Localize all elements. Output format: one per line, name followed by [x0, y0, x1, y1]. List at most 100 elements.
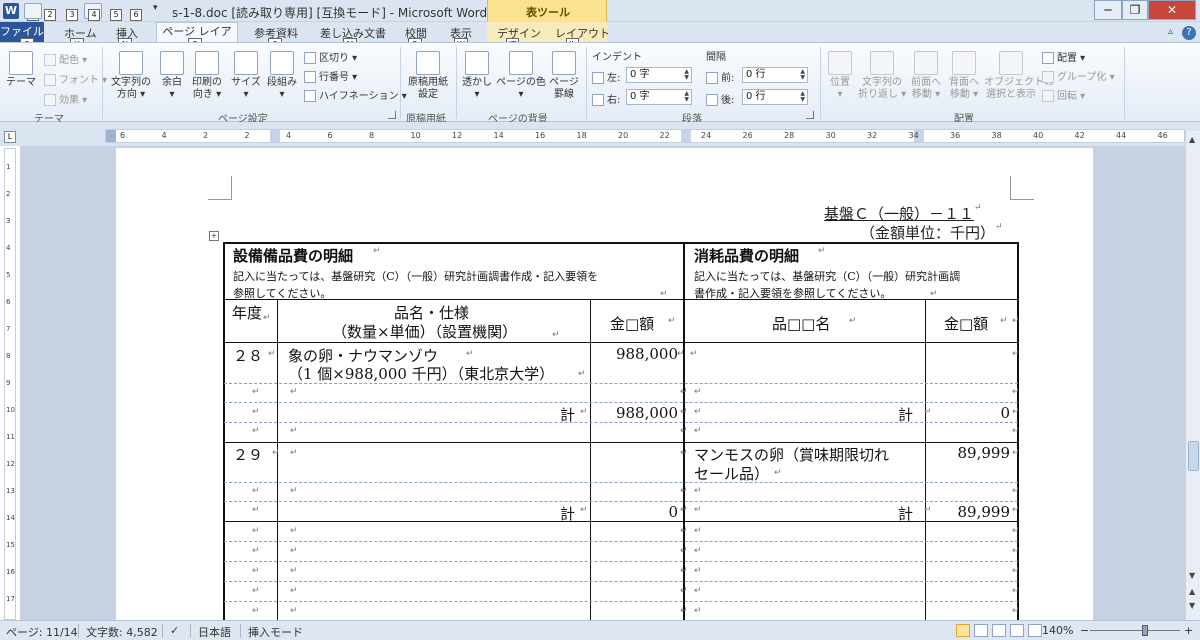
spacing-before-icon — [706, 72, 718, 84]
prev-page-icon[interactable]: ▲ — [1189, 587, 1195, 596]
item-28-spec: （1 個×988,000 千円）（東北京大学） — [288, 365, 555, 383]
selection-pane-button[interactable]: オブジェクトの 選択と表示 — [984, 51, 1054, 101]
spacing-after-input[interactable]: 0 行 ▲ ▼ — [742, 89, 808, 105]
tab-selector-button[interactable]: L — [4, 131, 16, 143]
spinner-icon[interactable]: ▲ ▼ — [684, 91, 689, 103]
status-separator — [78, 624, 79, 638]
theme-colors-button[interactable]: 配色 ▾ — [44, 51, 87, 66]
spinner-icon[interactable]: ▲ ▼ — [800, 91, 805, 103]
text-direction-button[interactable]: 文字列の 方向 ▾ — [108, 51, 154, 101]
full-screen-reading-view-icon[interactable] — [974, 624, 988, 637]
watermark-button[interactable]: 透かし ▾ — [460, 51, 494, 101]
line-numbers-button[interactable]: 行番号 ▾ — [304, 68, 357, 83]
vertical-scrollbar[interactable]: ▲ ▼ ▲ ▼ — [1185, 131, 1200, 620]
hyphenation-button[interactable]: ハイフネーション ▾ — [304, 87, 407, 102]
bring-forward-button[interactable]: 前面へ 移動 ▾ — [908, 51, 944, 101]
minimize-button[interactable]: ─ — [1094, 0, 1122, 20]
page-setup-launcher-icon[interactable] — [388, 111, 396, 119]
spacing-before-input[interactable]: 0 行 ▲ ▼ — [742, 67, 808, 83]
rotate-button[interactable]: 回転 ▾ — [1042, 87, 1085, 102]
ruler-column-marker[interactable] — [681, 130, 691, 142]
tab-layout[interactable]: レイアウト — [555, 25, 610, 41]
help-icon[interactable]: ? — [1182, 26, 1196, 40]
print-layout-view-icon[interactable] — [956, 624, 970, 637]
page-color-button[interactable]: ページの色 ▾ — [496, 51, 546, 101]
margins-icon — [160, 51, 184, 75]
size-button[interactable]: サイズ ▾ — [230, 51, 262, 101]
group-separator — [1124, 47, 1125, 119]
zoom-level[interactable]: 140% — [1042, 624, 1073, 637]
word-app-icon[interactable]: W — [3, 3, 19, 19]
col-item-header-2: （数量×単価）（設置機関） — [332, 323, 518, 341]
columns-button[interactable]: 段組み ▾ — [264, 51, 300, 101]
wrap-text-button[interactable]: 文字列の 折り返し ▾ — [858, 51, 906, 101]
next-page-icon[interactable]: ▼ — [1189, 601, 1195, 610]
insert-mode-indicator[interactable]: 挿入モード — [248, 624, 303, 640]
margins-button[interactable]: 余白 ▾ — [158, 51, 186, 101]
scroll-up-icon[interactable]: ▲ — [1189, 135, 1195, 144]
group-button[interactable]: グループ化 ▾ — [1042, 68, 1115, 83]
ruler-indent-marker[interactable] — [270, 130, 280, 142]
paragraph-mark: ↵ — [694, 407, 702, 417]
collapse-ribbon-icon[interactable]: ▵ — [1168, 26, 1173, 37]
align-button[interactable]: 配置 ▾ — [1042, 49, 1085, 64]
scrollbar-thumb[interactable] — [1188, 441, 1199, 471]
zoom-out-icon[interactable]: − — [1080, 624, 1089, 637]
zoom-slider-thumb[interactable] — [1142, 625, 1148, 636]
table-divider — [925, 299, 926, 620]
amount-unit: （金額単位：千円） ↵ — [860, 222, 1003, 243]
page-count[interactable]: ページ: 11/14 — [6, 624, 78, 640]
ruler-tick-label: 42 — [1074, 131, 1085, 140]
paragraph-launcher-icon[interactable] — [806, 111, 814, 119]
vertical-ruler[interactable]: 1 2 3 4 5 6 7 8 9 10 11 12 13 14 15 16 17 — [4, 148, 16, 620]
ruler-tick-label: 18 — [576, 131, 587, 140]
horizontal-ruler[interactable]: 6 4 2 2 4 6 8 10 12 14 16 18 20 22 24 26 28 30 32 34 36 38 40 4… — [105, 129, 1185, 143]
themes-button[interactable]: テーマ — [6, 51, 36, 89]
save-icon[interactable] — [24, 3, 42, 19]
manuscript-settings-button[interactable]: 原稿用紙 設定 — [404, 51, 452, 101]
paragraph-mark: ↵ — [290, 526, 298, 536]
table-move-handle[interactable]: + — [209, 231, 219, 241]
size-label: サイズ — [231, 77, 261, 88]
indent-left-input[interactable]: 0 字 ▲ ▼ — [626, 67, 692, 83]
web-layout-view-icon[interactable] — [992, 624, 1006, 637]
paragraph-mark: ↵ — [680, 407, 688, 417]
customize-qat-icon[interactable]: ▾ — [153, 3, 158, 13]
spinner-icon[interactable]: ▲ ▼ — [684, 69, 689, 81]
breaks-button[interactable]: 区切り ▾ — [304, 49, 357, 64]
orientation-button[interactable]: 印刷の 向き ▾ — [190, 51, 224, 101]
restore-button[interactable]: ❐ — [1122, 0, 1148, 20]
vruler-tick-label: 7 — [6, 325, 11, 333]
indent-right-input[interactable]: 0 字 ▲ ▼ — [626, 89, 692, 105]
send-backward-button[interactable]: 背面へ 移動 ▾ — [946, 51, 982, 101]
consumables-note-2: 書作成・記入要領を参照してください。 — [694, 287, 892, 300]
wrap-text-label: 文字列の — [862, 77, 902, 88]
theme-colors-icon — [44, 54, 56, 66]
language-indicator[interactable]: 日本語 — [198, 624, 231, 640]
paragraph-mark: ↵ — [252, 606, 260, 616]
outline-view-icon[interactable] — [1010, 624, 1024, 637]
page-borders-button[interactable]: ページ 罫線 — [548, 51, 580, 101]
page-borders-icon — [552, 51, 576, 75]
word-count[interactable]: 文字数: 4,582 — [86, 624, 158, 640]
zoom-in-icon[interactable]: + — [1184, 624, 1193, 637]
indent-left-text: 左: — [607, 73, 621, 84]
manuscript-label: 原稿用紙 — [408, 77, 448, 88]
scroll-down-icon[interactable]: ▼ — [1189, 571, 1195, 580]
paragraph-mark: ↵ — [252, 426, 260, 436]
hyphenation-label: ハイフネーション ▾ — [319, 91, 407, 102]
close-button[interactable]: ✕ — [1148, 0, 1196, 20]
theme-effects-button[interactable]: 効果 ▾ — [44, 91, 87, 106]
paragraph-mark: ↵ — [680, 566, 688, 576]
zoom-slider[interactable] — [1090, 630, 1180, 631]
draft-view-icon[interactable] — [1028, 624, 1042, 637]
theme-fonts-button[interactable]: フォント ▾ — [44, 71, 107, 86]
vruler-tick-label: 16 — [6, 568, 15, 576]
line-numbers-icon — [304, 71, 316, 83]
position-button[interactable]: 位置 ▾ — [826, 51, 854, 101]
send-backward-label-2: 移動 ▾ — [949, 89, 979, 100]
proofing-icon[interactable]: ✓ — [170, 624, 179, 637]
ruler-tick-label: 36 — [950, 131, 961, 140]
spinner-icon[interactable]: ▲ ▼ — [800, 69, 805, 81]
table-row-rule — [224, 501, 1018, 502]
